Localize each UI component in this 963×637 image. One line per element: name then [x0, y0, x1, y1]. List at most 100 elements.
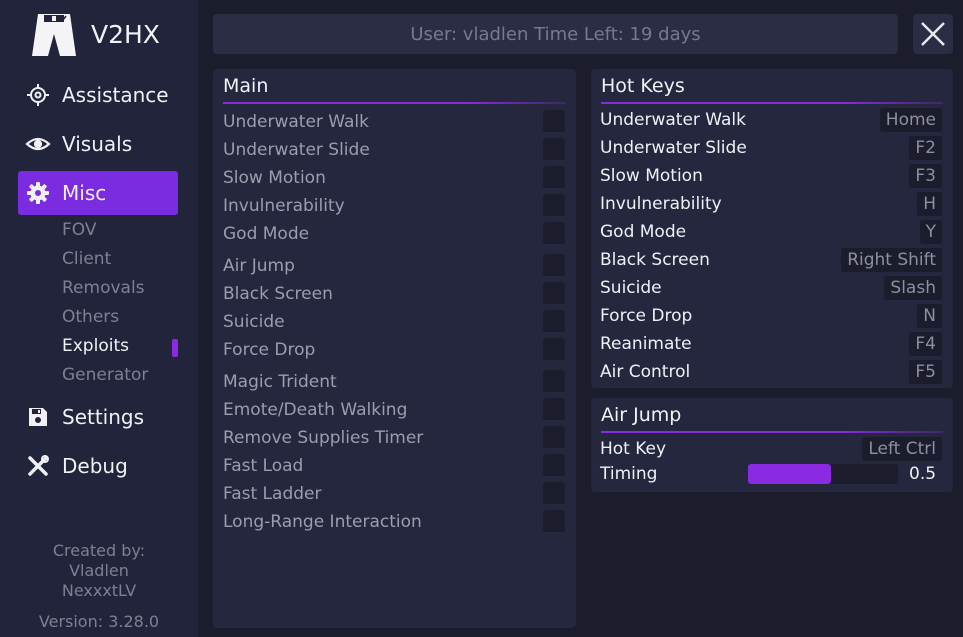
feature-row: Underwater Slide: [223, 138, 565, 162]
feature-checkbox[interactable]: [543, 398, 565, 420]
version-label: Version: 3.28.0: [38, 612, 160, 631]
feature-checkbox[interactable]: [543, 454, 565, 476]
hotkey-button[interactable]: F4: [909, 332, 942, 356]
feature-label: Remove Supplies Timer: [223, 428, 424, 448]
feature-row: Force Drop: [223, 338, 565, 362]
row-label: Hot Key: [600, 439, 667, 459]
panel-divider: [601, 431, 943, 433]
hotkey-button[interactable]: Slash: [884, 276, 942, 300]
feature-row: Black Screen: [223, 282, 565, 306]
credits-line: Created by:: [52, 541, 146, 560]
nav-item-debug[interactable]: Debug: [18, 444, 178, 488]
feature-row: Invulnerability: [223, 194, 565, 218]
nav-label: Settings: [62, 405, 145, 429]
sidebar: V2HX Assistance Visuals Misc FOV Client …: [0, 0, 198, 637]
hotkey-button[interactable]: H: [917, 192, 942, 216]
airjump-timing-row: Timing 0.5: [600, 462, 942, 486]
feature-checkbox[interactable]: [543, 110, 565, 132]
nav-item-visuals[interactable]: Visuals: [18, 122, 178, 166]
airjump-hotkey-row: Hot Key Left Ctrl: [600, 437, 942, 461]
user-info-bar: User: vladlen Time Left: 19 days: [213, 14, 898, 54]
feature-label: God Mode: [223, 224, 310, 244]
feature-label: Air Jump: [223, 256, 295, 276]
feature-checkbox[interactable]: [543, 254, 565, 276]
feature-row: Emote/Death Walking: [223, 398, 565, 422]
nav-item-misc[interactable]: Misc: [18, 171, 178, 215]
hotkey-button[interactable]: Home: [879, 108, 942, 132]
active-subnav-indicator: [172, 339, 178, 357]
hotkey-label: Force Drop: [600, 306, 693, 326]
credits-line: NexxxtLV: [61, 581, 137, 600]
feature-checkbox[interactable]: [543, 510, 565, 532]
hotkey-button[interactable]: Right Shift: [841, 248, 942, 272]
hotkey-button[interactable]: F3: [909, 164, 942, 188]
hotkey-button[interactable]: Left Ctrl: [862, 437, 942, 461]
airjump-panel: Air Jump Hot Key Left Ctrl Timing 0.5: [591, 398, 953, 492]
feature-label: Suicide: [223, 312, 285, 332]
feature-row: Air Jump: [223, 254, 565, 278]
feature-checkbox[interactable]: [543, 282, 565, 304]
subnav-item-removals[interactable]: Removals: [62, 278, 145, 298]
feature-label: Fast Ladder: [223, 484, 322, 504]
save-icon: [24, 403, 52, 431]
panel-divider: [223, 102, 566, 104]
feature-checkbox[interactable]: [543, 338, 565, 360]
panel-title: Main: [223, 75, 269, 97]
hotkey-button[interactable]: F2: [909, 136, 942, 160]
subnav-item-client[interactable]: Client: [62, 249, 111, 269]
feature-label: Invulnerability: [223, 196, 345, 216]
hotkey-row: Force Drop N: [600, 304, 942, 328]
hotkey-button[interactable]: F5: [909, 360, 942, 384]
feature-checkbox[interactable]: [543, 138, 565, 160]
hotkey-label: God Mode: [600, 222, 687, 242]
credits-line: Vladlen: [69, 561, 129, 580]
app-title: V2HX: [91, 20, 160, 49]
feature-row: Slow Motion: [223, 166, 565, 190]
hotkey-row: Black Screen Right Shift: [600, 248, 942, 272]
hotkey-row: Suicide Slash: [600, 276, 942, 300]
main-panel: Main Underwater Walk Underwater Slide Slow…: [213, 69, 576, 628]
credits: Created by: Vladlen NexxxtLV: [0, 541, 198, 601]
feature-label: Slow Motion: [223, 168, 326, 188]
hotkey-row: Underwater Slide F2: [600, 136, 942, 160]
hotkey-row: Underwater Walk Home: [600, 108, 942, 132]
hotkey-label: Suicide: [600, 278, 662, 298]
feature-row: God Mode: [223, 222, 565, 246]
feature-label: Underwater Walk: [223, 112, 370, 132]
close-button[interactable]: [913, 14, 953, 54]
hotkey-label: Invulnerability: [600, 194, 722, 214]
nav-item-settings[interactable]: Settings: [18, 395, 178, 439]
hotkey-label: Underwater Slide: [600, 138, 747, 158]
feature-row: Fast Ladder: [223, 482, 565, 506]
nav-label: Assistance: [62, 83, 169, 107]
hotkey-button[interactable]: Y: [919, 220, 942, 244]
feature-row: Remove Supplies Timer: [223, 426, 565, 450]
subnav-item-generator[interactable]: Generator: [62, 365, 148, 385]
feature-checkbox[interactable]: [543, 166, 565, 188]
feature-checkbox[interactable]: [543, 222, 565, 244]
hotkeys-panel: Hot Keys Underwater Walk Home Underwater S…: [591, 69, 953, 388]
feature-row: Long-Range Interaction: [223, 510, 565, 534]
gear-icon: [24, 179, 52, 207]
subnav-item-fov[interactable]: FOV: [62, 220, 97, 240]
feature-checkbox[interactable]: [543, 194, 565, 216]
nav-item-assistance[interactable]: Assistance: [18, 73, 178, 117]
feature-row: Fast Load: [223, 454, 565, 478]
crosshair-icon: [24, 81, 52, 109]
timing-value: 0.5: [909, 464, 937, 484]
feature-checkbox[interactable]: [543, 310, 565, 332]
eye-icon: [24, 130, 52, 158]
feature-checkbox[interactable]: [543, 482, 565, 504]
hotkey-label: Underwater Walk: [600, 110, 747, 130]
feature-checkbox[interactable]: [543, 370, 565, 392]
hotkey-label: Reanimate: [600, 334, 692, 354]
panel-title: Air Jump: [601, 404, 682, 426]
subnav-item-exploits[interactable]: Exploits: [62, 336, 129, 356]
feature-row: Underwater Walk: [223, 110, 565, 134]
timing-slider-fill: [748, 464, 831, 484]
feature-checkbox[interactable]: [543, 426, 565, 448]
row-label: Timing: [600, 464, 658, 484]
timing-slider[interactable]: [748, 464, 898, 484]
hotkey-button[interactable]: N: [917, 304, 942, 328]
subnav-item-others[interactable]: Others: [62, 307, 119, 327]
